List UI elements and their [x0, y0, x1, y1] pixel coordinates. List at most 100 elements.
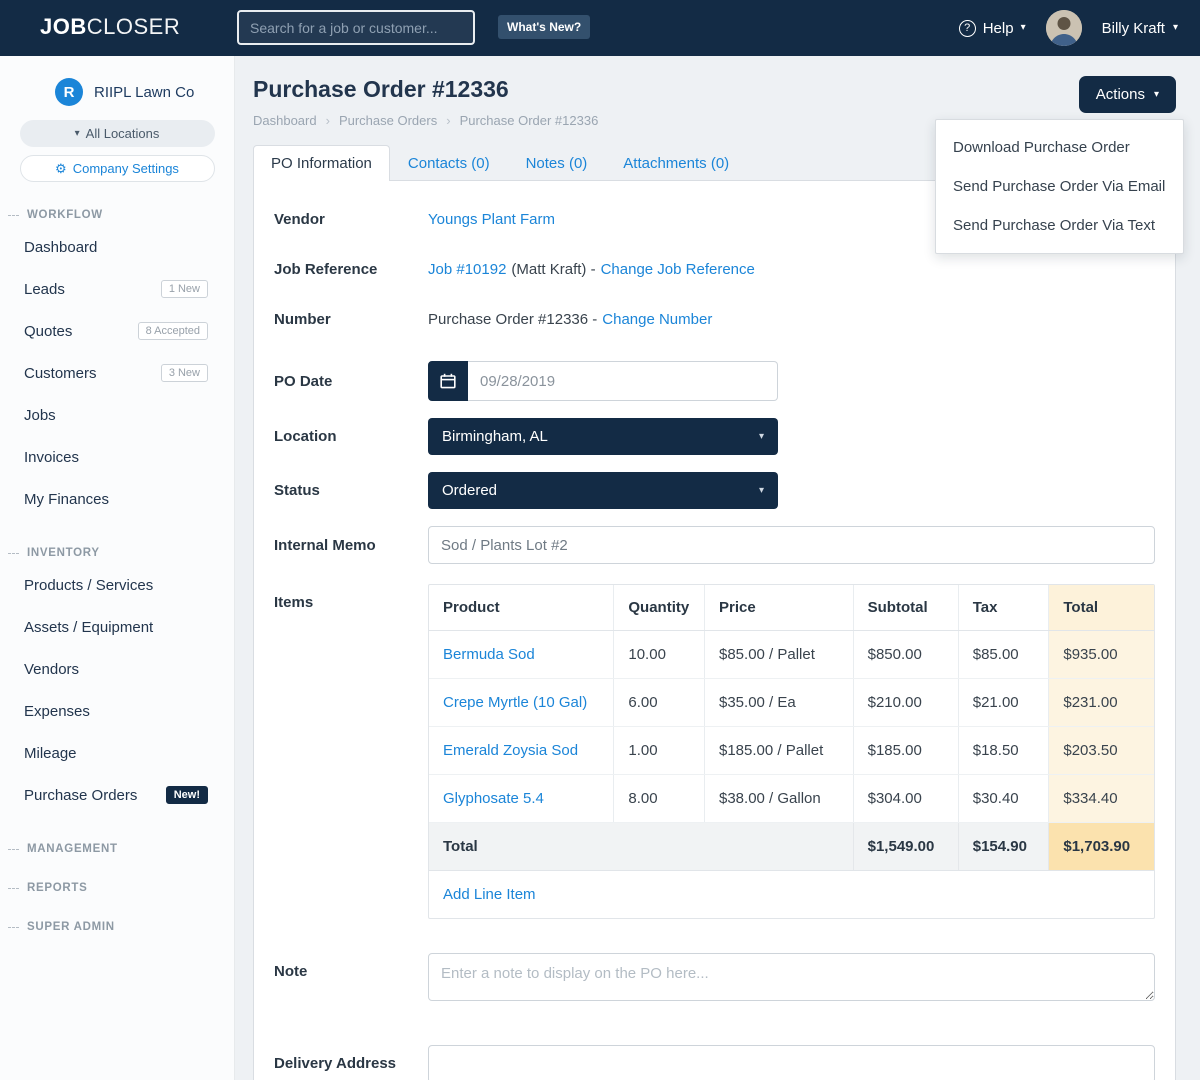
menu-item-send-po-email[interactable]: Send Purchase Order Via Email: [936, 167, 1183, 206]
delivery-address-line1-input[interactable]: [428, 1045, 1155, 1080]
product-link[interactable]: Glyphosate 5.4: [443, 790, 544, 807]
search-input[interactable]: [237, 10, 475, 45]
sidebar-item-expenses[interactable]: Expenses: [0, 690, 234, 732]
breadcrumb-separator: ›: [446, 113, 450, 128]
po-date-input[interactable]: [468, 361, 778, 401]
tab-attachments[interactable]: Attachments (0): [605, 145, 747, 181]
items-row: Items Product: [274, 584, 1155, 919]
section-label: SUPER ADMIN: [27, 921, 115, 933]
logo-text-light: CLOSER: [87, 14, 180, 39]
col-subtotal: Subtotal: [853, 585, 958, 631]
sidebar-item-invoices[interactable]: Invoices: [0, 436, 234, 478]
section-dash-icon: [8, 888, 19, 889]
total-cell: $231.00: [1049, 679, 1154, 727]
change-number-link[interactable]: Change Number: [602, 311, 712, 328]
company-logo: R: [55, 78, 83, 106]
breadcrumb-purchase-orders[interactable]: Purchase Orders: [339, 113, 437, 128]
status-row: Status Ordered ▾: [274, 472, 1155, 509]
product-link[interactable]: Crepe Myrtle (10 Gal): [443, 694, 587, 711]
subtotal-cell: $304.00: [853, 775, 958, 823]
chevron-down-icon: ▾: [75, 129, 80, 139]
po-number-value: Purchase Order #12336 -: [428, 311, 597, 328]
number-label: Number: [274, 311, 428, 328]
note-textarea[interactable]: [428, 953, 1155, 1001]
tab-contacts[interactable]: Contacts (0): [390, 145, 508, 181]
col-tax: Tax: [958, 585, 1049, 631]
sidebar-item-jobs[interactable]: Jobs: [0, 394, 234, 436]
topbar-right: ? Help ▾ Billy Kraft ▾: [959, 0, 1178, 56]
internal-memo-label: Internal Memo: [274, 537, 428, 554]
add-line-item-link[interactable]: Add Line Item: [443, 886, 536, 903]
company-settings-button[interactable]: ⚙ Company Settings: [20, 155, 215, 182]
table-row: Emerald Zoysia Sod 1.00 $185.00 / Pallet…: [429, 727, 1154, 775]
section-header-super-admin[interactable]: SUPER ADMIN: [8, 921, 220, 933]
chevron-down-icon: ▾: [1173, 23, 1178, 33]
all-locations-select[interactable]: ▾ All Locations: [20, 120, 215, 147]
sidebar-item-dashboard[interactable]: Dashboard: [0, 226, 234, 268]
section-header-management[interactable]: MANAGEMENT: [8, 843, 220, 855]
change-job-reference-link[interactable]: Change Job Reference: [601, 261, 755, 278]
section-label: MANAGEMENT: [27, 843, 118, 855]
items-table-container: Product Quantity Price Subtotal Tax Tota…: [428, 584, 1155, 919]
table-row: Glyphosate 5.4 8.00 $38.00 / Gallon $304…: [429, 775, 1154, 823]
section-label: WORKFLOW: [27, 209, 103, 221]
sidebar-item-label: Invoices: [24, 449, 79, 466]
app-logo[interactable]: JOBCLOSER: [40, 14, 180, 40]
sidebar-item-quotes[interactable]: Quotes 8 Accepted: [0, 310, 234, 352]
tab-po-information[interactable]: PO Information: [253, 145, 390, 181]
company-switcher[interactable]: R RIIPL Lawn Co: [0, 56, 234, 112]
tab-notes[interactable]: Notes (0): [508, 145, 606, 181]
actions-button[interactable]: Actions ▾: [1079, 76, 1176, 113]
tax-cell: $18.50: [958, 727, 1049, 775]
sidebar-item-assets-equipment[interactable]: Assets / Equipment: [0, 606, 234, 648]
help-menu[interactable]: ? Help ▾: [959, 20, 1026, 37]
job-link[interactable]: Job #10192: [428, 261, 506, 278]
product-link[interactable]: Bermuda Sod: [443, 646, 535, 663]
vendor-link[interactable]: Youngs Plant Farm: [428, 211, 555, 228]
section-header-reports[interactable]: REPORTS: [8, 882, 220, 894]
calendar-icon: [440, 373, 456, 389]
items-header-row: Product Quantity Price Subtotal Tax Tota…: [429, 585, 1154, 631]
chevron-down-icon: ▾: [1021, 23, 1026, 33]
vendor-label: Vendor: [274, 211, 428, 228]
location-row: Location Birmingham, AL ▾: [274, 418, 1155, 455]
sidebar-item-customers[interactable]: Customers 3 New: [0, 352, 234, 394]
sidebar-item-label: Leads: [24, 281, 65, 298]
status-label: Status: [274, 482, 428, 499]
location-select[interactable]: Birmingham, AL ▾: [428, 418, 778, 455]
menu-item-send-po-text[interactable]: Send Purchase Order Via Text: [936, 206, 1183, 245]
calendar-button[interactable]: [428, 361, 468, 401]
sidebar-item-mileage[interactable]: Mileage: [0, 732, 234, 774]
section-header-inventory: INVENTORY: [8, 547, 220, 559]
product-link[interactable]: Emerald Zoysia Sod: [443, 742, 578, 759]
sidebar-item-purchase-orders[interactable]: Purchase Orders New!: [0, 774, 234, 816]
avatar[interactable]: [1046, 10, 1082, 46]
number-row: Number Purchase Order #12336 - Change Nu…: [274, 311, 1155, 328]
user-menu[interactable]: Billy Kraft ▾: [1102, 20, 1178, 37]
company-name: RIIPL Lawn Co: [94, 84, 194, 101]
tax-cell: $21.00: [958, 679, 1049, 727]
actions-label: Actions: [1096, 86, 1145, 103]
sidebar-item-label: Expenses: [24, 703, 90, 720]
location-value: Birmingham, AL: [442, 428, 548, 445]
sidebar-item-leads[interactable]: Leads 1 New: [0, 268, 234, 310]
po-information-panel: Vendor Youngs Plant Farm Job Reference J…: [253, 180, 1176, 1080]
delivery-address-row: Delivery Address: [274, 1045, 1155, 1080]
table-row: Bermuda Sod 10.00 $85.00 / Pallet $850.0…: [429, 631, 1154, 679]
total-cell: $334.40: [1049, 775, 1154, 823]
help-icon: ?: [959, 20, 976, 37]
items-table: Product Quantity Price Subtotal Tax Tota…: [429, 585, 1154, 871]
sidebar-item-my-finances[interactable]: My Finances: [0, 478, 234, 520]
breadcrumb-current: Purchase Order #12336: [460, 113, 599, 128]
internal-memo-input[interactable]: [428, 526, 1155, 564]
sidebar-item-products-services[interactable]: Products / Services: [0, 564, 234, 606]
breadcrumb-dashboard[interactable]: Dashboard: [253, 113, 317, 128]
menu-item-download-po[interactable]: Download Purchase Order: [936, 128, 1183, 167]
subtotal-cell: $185.00: [853, 727, 958, 775]
user-name: Billy Kraft: [1102, 20, 1165, 37]
chevron-down-icon: ▾: [1154, 90, 1159, 100]
status-select[interactable]: Ordered ▾: [428, 472, 778, 509]
whats-new-button[interactable]: What's New?: [498, 15, 590, 39]
location-label: Location: [274, 428, 428, 445]
sidebar-item-vendors[interactable]: Vendors: [0, 648, 234, 690]
